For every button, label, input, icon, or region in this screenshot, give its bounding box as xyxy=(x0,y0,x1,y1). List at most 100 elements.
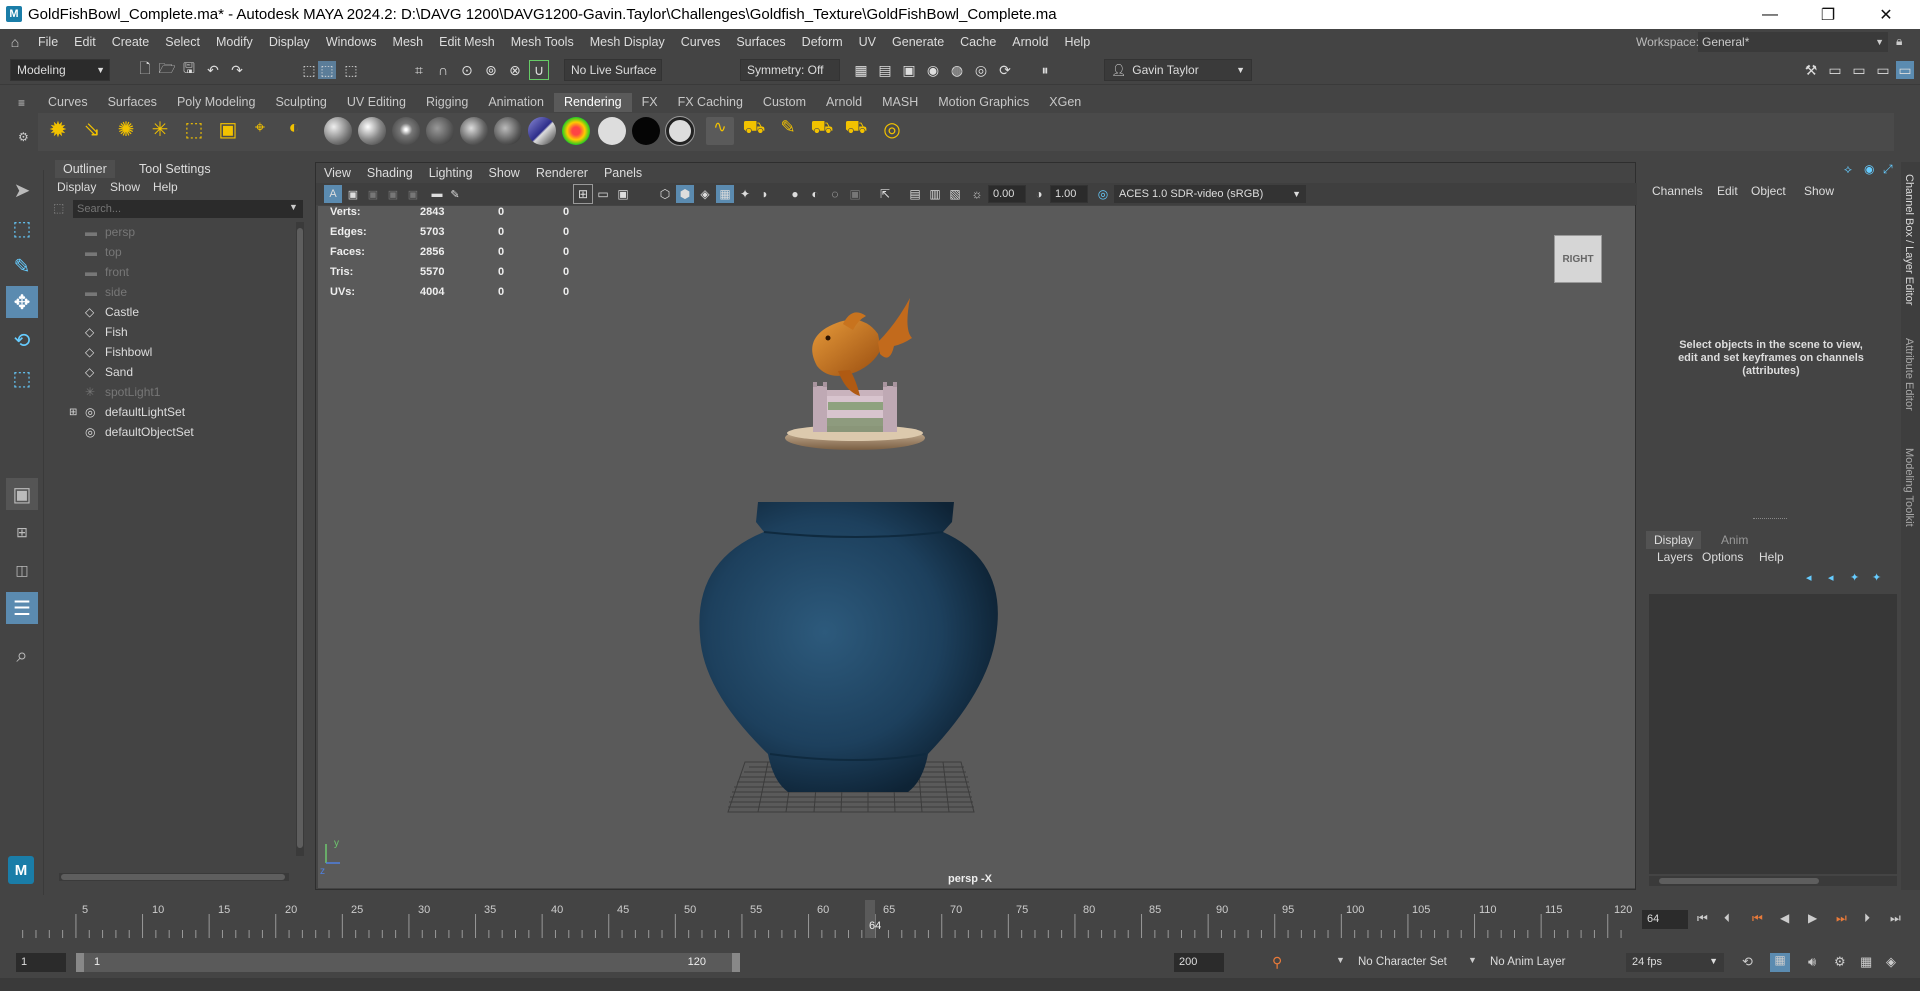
go-to-end-icon[interactable]: ⏭︎ xyxy=(1890,911,1901,926)
two-d-pan-icon[interactable]: ▣ xyxy=(404,185,422,203)
render-batch-icon[interactable]: ⛟ xyxy=(740,117,768,145)
shelf-tab-xgen[interactable]: XGen xyxy=(1039,93,1091,112)
magnet-icon[interactable]: ∪ xyxy=(529,60,549,80)
shelf-tab-poly-modeling[interactable]: Poly Modeling xyxy=(167,93,266,112)
single-view-icon[interactable]: ▣ xyxy=(6,478,38,510)
gamma-field[interactable]: 1.00 xyxy=(1050,185,1088,203)
shelf-tab-mash[interactable]: MASH xyxy=(872,93,928,112)
new-layer-selected-icon[interactable]: ✦ xyxy=(1872,571,1881,584)
surface-shader-sphere-icon[interactable] xyxy=(426,117,454,145)
outliner-menu-display[interactable]: Display xyxy=(57,180,96,194)
bookmark-icon[interactable]: ▣ xyxy=(364,185,382,203)
render-layer-icon[interactable]: ✎ xyxy=(774,117,802,145)
outliner-item-front[interactable]: ▬ front xyxy=(49,262,289,282)
color-transform-dropdown[interactable]: ACES 1.0 SDR-video (sRGB) ▼ xyxy=(1114,185,1306,203)
depth-of-field-icon[interactable]: ▣ xyxy=(846,185,864,203)
grid-toggle-icon[interactable]: ⊞ xyxy=(573,184,593,204)
anim-layer-chevron-icon[interactable]: ▼ xyxy=(1468,955,1477,965)
character-set-chevron-icon[interactable]: ▼ xyxy=(1336,955,1345,965)
wireframe-icon[interactable]: ⬡ xyxy=(656,185,674,203)
camera-lock-icon[interactable]: ▬ xyxy=(428,185,446,203)
layer-tab-display[interactable]: Display xyxy=(1646,531,1702,549)
camera-attributes-icon[interactable]: ▣ xyxy=(344,185,362,203)
panel-splitter[interactable] xyxy=(1753,518,1787,521)
scene-start-field[interactable]: 1 xyxy=(16,953,66,972)
textured-icon[interactable]: ▦ xyxy=(716,185,734,203)
film-gate-icon[interactable]: ▭ xyxy=(594,185,612,203)
new-scene-icon[interactable]: 🗋 xyxy=(136,60,154,79)
viewport-menu-shading[interactable]: Shading xyxy=(359,166,421,180)
render-settings-icon[interactable]: ◉ xyxy=(924,61,942,79)
viewport-menu-panels[interactable]: Panels xyxy=(596,166,650,180)
four-view-icon[interactable]: ⊞ xyxy=(6,516,38,548)
viewport-menu-lighting[interactable]: Lighting xyxy=(421,166,481,180)
shelf-tab-motion-graphics[interactable]: Motion Graphics xyxy=(928,93,1039,112)
tab-tool-settings[interactable]: Tool Settings xyxy=(131,160,219,178)
filter-icon[interactable]: ⬚ xyxy=(53,201,64,215)
menu-arnold[interactable]: Arnold xyxy=(1004,35,1056,49)
home-icon[interactable]: ⌂ xyxy=(0,34,30,50)
render-frame-icon[interactable]: ▤ xyxy=(876,61,894,79)
user-account-dropdown[interactable]: 👤︎ Gavin Taylor ▼ xyxy=(1104,59,1252,81)
menuset-dropdown[interactable]: Modeling ▼ xyxy=(10,59,110,81)
select-camera-icon[interactable]: A xyxy=(324,185,342,203)
play-forward-icon[interactable]: ▶ xyxy=(1808,911,1817,925)
pause-icon[interactable]: ⏸︎ xyxy=(1036,61,1054,79)
shadows-icon[interactable]: ◗ xyxy=(756,185,774,203)
black-sphere-icon[interactable] xyxy=(632,117,660,145)
expand-icon[interactable]: ⊞ xyxy=(69,407,83,418)
anti-aliasing-icon[interactable]: ◌ xyxy=(826,185,844,203)
symmetry-dropdown[interactable]: Symmetry: Off xyxy=(740,59,840,81)
arnold-render-icon[interactable]: ◎ xyxy=(972,61,990,79)
shelf-menu-icon[interactable]: ≡ xyxy=(18,96,25,110)
undo-icon[interactable]: ↶ xyxy=(204,61,222,79)
tab-outliner[interactable]: Outliner xyxy=(55,160,115,178)
render-waveform-icon[interactable]: ∿ xyxy=(706,117,734,145)
target-icon[interactable]: ◎ xyxy=(878,117,906,145)
anim-layer-label[interactable]: No Anim Layer xyxy=(1490,956,1565,968)
minimize-button[interactable]: — xyxy=(1741,0,1799,29)
layer-menu-options[interactable]: Options xyxy=(1702,550,1743,564)
menu-curves[interactable]: Curves xyxy=(673,35,729,49)
outliner-item-fish[interactable]: ◇ Fish xyxy=(49,322,289,342)
select-component-icon[interactable]: ⬚ xyxy=(342,61,360,79)
scene-end-field[interactable]: 200 xyxy=(1174,953,1224,972)
outliner-layout-icon[interactable]: ☰ xyxy=(6,592,38,624)
camera-icon[interactable]: ⌖ xyxy=(246,117,274,145)
save-scene-icon[interactable]: 🖫 xyxy=(180,60,198,79)
outliner-item-side[interactable]: ▬ side xyxy=(49,282,289,302)
next-key-icon[interactable]: ⏭︎ xyxy=(1836,911,1847,926)
outliner-item-defaultlightset[interactable]: ⊞ ◎ defaultLightSet xyxy=(49,402,289,422)
go-to-start-icon[interactable]: ⏮︎ xyxy=(1697,911,1708,926)
snap-point-icon[interactable]: ⊙ xyxy=(458,61,476,79)
ambient-occlusion-icon[interactable]: ● xyxy=(786,185,804,203)
spot-light-icon[interactable]: ✳ xyxy=(146,117,174,145)
step-forward-icon[interactable]: ⏵︎ xyxy=(1864,911,1870,926)
smooth-shade-icon[interactable]: ⬢ xyxy=(676,185,694,203)
outliner-hscrollbar[interactable] xyxy=(59,873,289,881)
layer-menu-help[interactable]: Help xyxy=(1759,550,1784,564)
viewport-menu-renderer[interactable]: Renderer xyxy=(528,166,596,180)
time-editor-icon[interactable]: ▦ xyxy=(1860,954,1872,970)
shelf-settings-icon[interactable]: ⚙ xyxy=(18,130,29,144)
lock-icon[interactable]: 🔒︎ xyxy=(1896,34,1902,49)
paint-select-icon[interactable]: ✎ xyxy=(6,250,38,282)
prev-key-icon[interactable]: ⏮︎ xyxy=(1752,911,1763,926)
ramp-sphere-icon[interactable] xyxy=(528,117,556,145)
outliner-menu-show[interactable]: Show xyxy=(110,180,140,194)
tool-settings-icon[interactable]: ▭ xyxy=(1874,61,1892,79)
outliner-item-defaultobjectset[interactable]: ◎ defaultObjectSet xyxy=(49,422,289,442)
layer-menu-layers[interactable]: Layers xyxy=(1657,550,1693,564)
live-surface-field[interactable]: No Live Surface xyxy=(564,59,662,81)
modeling-toolkit-icon[interactable]: ⚒ xyxy=(1802,61,1820,79)
channels-menu-show[interactable]: Show xyxy=(1804,184,1834,198)
range-end-handle[interactable] xyxy=(732,953,740,972)
shelf-tab-fx[interactable]: FX xyxy=(632,93,668,112)
layer-hscrollbar[interactable] xyxy=(1649,876,1897,886)
menu-modify[interactable]: Modify xyxy=(208,35,261,49)
menu-select[interactable]: Select xyxy=(157,35,208,49)
menu-display[interactable]: Display xyxy=(261,35,318,49)
white-sphere-icon[interactable] xyxy=(598,117,626,145)
outliner-search-input[interactable] xyxy=(73,200,303,218)
axis-toggle-icon[interactable]: ⟡ xyxy=(1844,162,1852,177)
